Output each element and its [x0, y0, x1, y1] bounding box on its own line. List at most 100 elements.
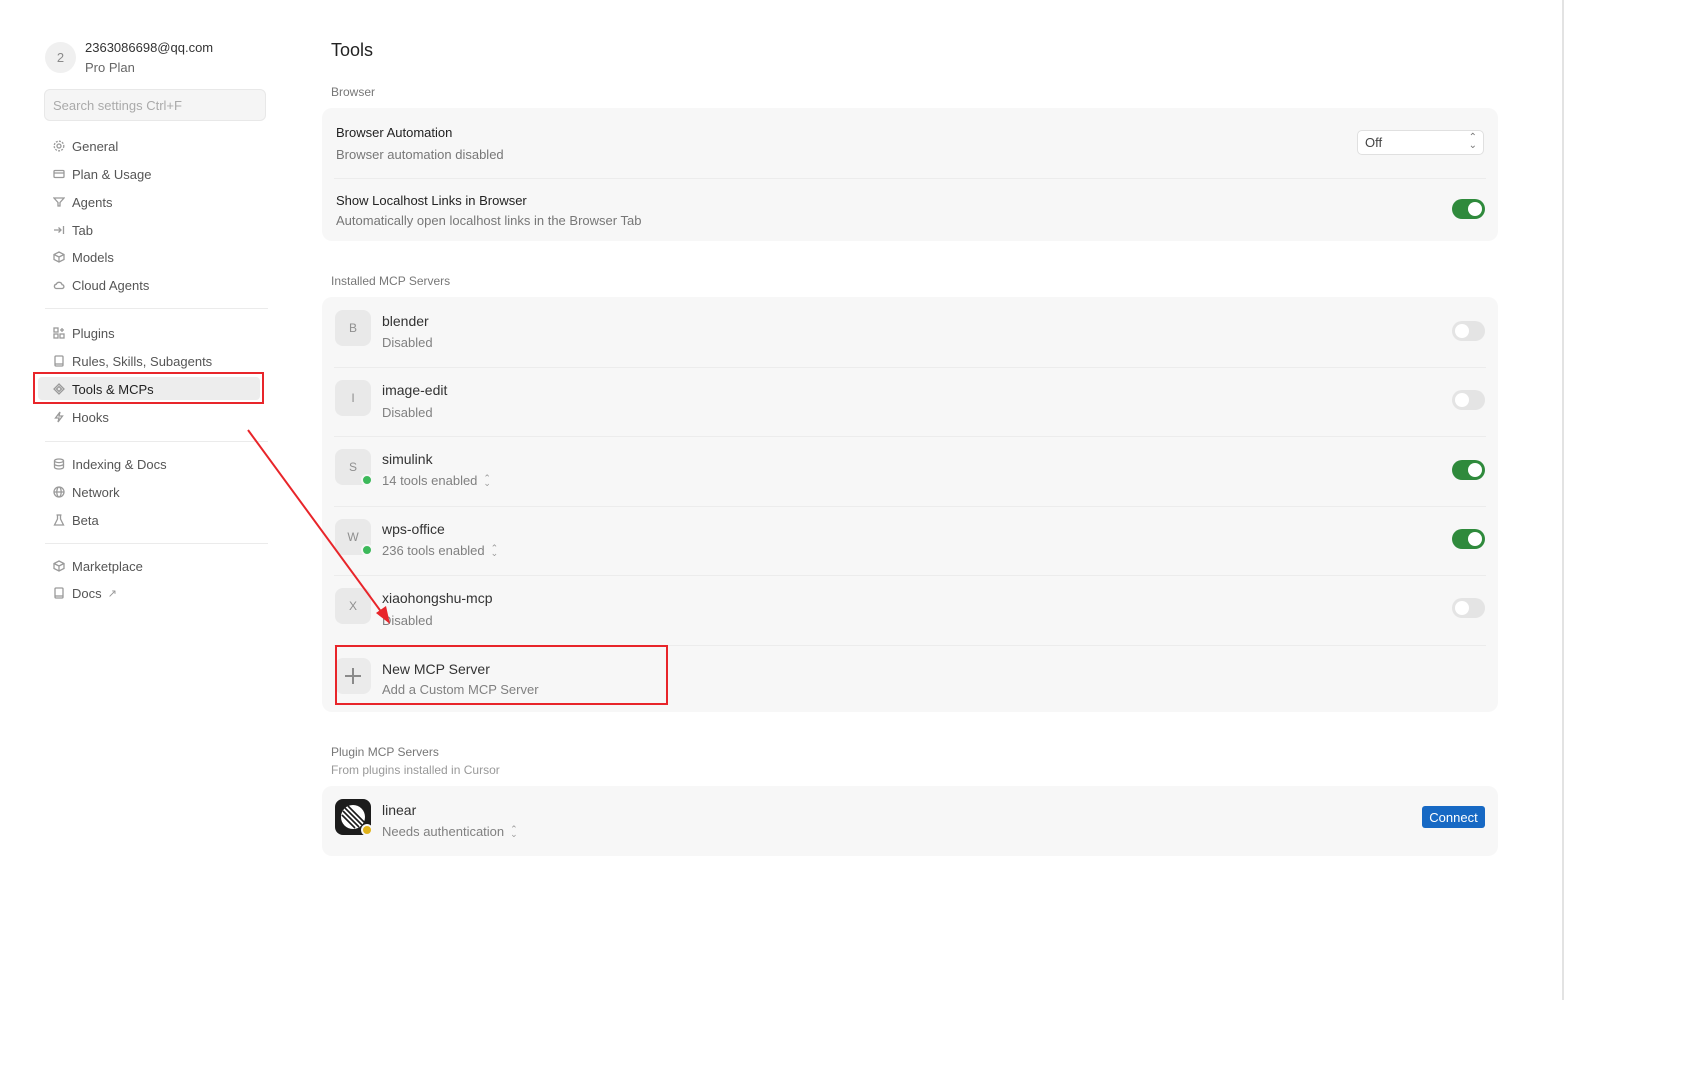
- browser-automation-select[interactable]: Off ⌃ ⌄: [1357, 130, 1484, 155]
- sidebar-item-label: Network: [72, 484, 120, 500]
- status-dot-yellow: [361, 824, 373, 836]
- setting-row-browser-automation: Browser Automation Browser automation di…: [322, 108, 1498, 178]
- server-avatar: I: [335, 380, 371, 416]
- server-tools-dropdown[interactable]: 236 tools enabled ⌃ ⌄: [382, 543, 498, 558]
- book-icon: [52, 354, 66, 368]
- sidebar-item-label: Hooks: [72, 409, 109, 425]
- sidebar-item-label: Indexing & Docs: [72, 456, 167, 472]
- card-icon: [52, 167, 66, 181]
- bolt-icon: [52, 410, 66, 424]
- sidebar-item-label: Models: [72, 249, 114, 265]
- sidebar-item-label: General: [72, 138, 119, 154]
- sidebar-item-label: Agents: [72, 194, 113, 210]
- status-dot-green: [361, 544, 373, 556]
- plugin-mcp-card: linear Needs authentication ⌃ ⌄ Connect: [322, 786, 1498, 856]
- sidebar-item-label: Cloud Agents: [72, 277, 150, 293]
- external-link-icon: ↗: [107, 587, 117, 600]
- sidebar-item-tab[interactable]: Tab: [44, 219, 268, 241]
- sidebar-item-plugins[interactable]: Plugins: [44, 322, 268, 344]
- sidebar-item-label: Tab: [72, 222, 93, 238]
- setting-title: Browser Automation: [336, 125, 453, 140]
- mcp-server-row-wps-office: W wps-office 236 tools enabled ⌃ ⌄: [322, 506, 1498, 575]
- select-value: Off: [1365, 135, 1383, 150]
- sidebar-item-agents[interactable]: Agents: [44, 191, 268, 213]
- cube-icon: [52, 559, 66, 573]
- sidebar-divider: [45, 441, 268, 442]
- sidebar-item-docs[interactable]: Docs ↗: [44, 582, 268, 604]
- sidebar-item-beta[interactable]: Beta: [44, 509, 268, 531]
- sidebar-item-cloud-agents[interactable]: Cloud Agents: [44, 274, 268, 296]
- sidebar-item-label: Marketplace: [72, 558, 143, 574]
- cube-icon: [52, 250, 66, 264]
- server-name: blender: [382, 313, 429, 329]
- server-toggle-xiaohongshu[interactable]: [1452, 598, 1485, 618]
- page-title: Tools: [331, 40, 374, 60]
- setting-row-localhost-links: Show Localhost Links in Browser Automati…: [322, 178, 1498, 241]
- section-label-browser: Browser: [331, 85, 376, 99]
- gear-icon: [52, 139, 66, 153]
- sidebar-item-label: Rules, Skills, Subagents: [72, 353, 213, 369]
- server-status: Disabled: [382, 335, 433, 350]
- connect-button[interactable]: Connect: [1422, 806, 1485, 828]
- sidebar-item-rules[interactable]: Rules, Skills, Subagents: [44, 350, 268, 372]
- server-status: Disabled: [382, 613, 433, 628]
- sidebar-item-models[interactable]: Models: [44, 246, 268, 268]
- server-name: simulink: [382, 451, 433, 467]
- sidebar-item-marketplace[interactable]: Marketplace: [44, 555, 268, 577]
- server-avatar: B: [335, 310, 371, 346]
- browser-settings-card: Browser Automation Browser automation di…: [322, 108, 1498, 241]
- server-toggle-simulink[interactable]: [1452, 460, 1485, 480]
- book-icon: [52, 586, 66, 600]
- mcp-server-row-blender: B blender Disabled: [322, 297, 1498, 367]
- scrollbar-edge[interactable]: [1562, 0, 1564, 1000]
- section-label-plugin: Plugin MCP Servers: [331, 745, 439, 759]
- sidebar-item-hooks[interactable]: Hooks: [44, 406, 268, 428]
- server-name: image-edit: [382, 382, 448, 398]
- section-label-installed: Installed MCP Servers: [331, 274, 451, 288]
- sidebar-item-plan-usage[interactable]: Plan & Usage: [44, 163, 268, 185]
- section-sublabel-plugin: From plugins installed in Cursor: [331, 763, 500, 777]
- sidebar-item-network[interactable]: Network: [44, 481, 268, 503]
- localhost-links-toggle[interactable]: [1452, 199, 1485, 219]
- sidebar-divider: [45, 308, 268, 309]
- search-input[interactable]: [44, 89, 266, 121]
- server-avatar: X: [335, 588, 371, 624]
- setting-subtitle: Browser automation disabled: [336, 147, 504, 162]
- account-email: 2363086698@qq.com: [85, 40, 214, 55]
- account-plan: Pro Plan: [85, 60, 135, 75]
- grid-plus-icon: [52, 326, 66, 340]
- setting-subtitle: Automatically open localhost links in th…: [336, 213, 642, 228]
- sidebar-divider: [45, 543, 268, 544]
- server-toggle-wps-office[interactable]: [1452, 529, 1485, 549]
- sidebar-item-label: Plugins: [72, 325, 115, 341]
- server-name: wps-office: [382, 521, 445, 537]
- server-toggle-blender[interactable]: [1452, 321, 1485, 341]
- sidebar-item-general[interactable]: General: [44, 135, 268, 157]
- infinity-icon: [52, 195, 66, 209]
- flask-icon: [52, 513, 66, 527]
- server-tools-dropdown[interactable]: 14 tools enabled ⌃ ⌄: [382, 473, 491, 488]
- server-status-dropdown[interactable]: Needs authentication ⌃ ⌄: [382, 824, 518, 839]
- database-icon: [52, 457, 66, 471]
- server-toggle-image-edit[interactable]: [1452, 390, 1485, 410]
- annotation-highlight-box: [335, 645, 668, 705]
- server-name: xiaohongshu-mcp: [382, 590, 493, 606]
- server-name: linear: [382, 802, 417, 818]
- chevron-updown-icon: ⌃ ⌄: [510, 823, 518, 839]
- chevron-updown-icon: ⌃ ⌄: [483, 472, 491, 488]
- sidebar-item-indexing-docs[interactable]: Indexing & Docs: [44, 453, 268, 475]
- chevron-updown-icon: ⌃ ⌄: [490, 542, 499, 558]
- mcp-server-row-simulink: S simulink 14 tools enabled ⌃ ⌄: [322, 436, 1498, 506]
- mcp-server-row-linear: linear Needs authentication ⌃ ⌄ Connect: [322, 786, 1498, 856]
- sidebar-item-label: Beta: [72, 512, 99, 528]
- sidebar-item-label: Docs: [72, 585, 102, 601]
- status-dot-green: [361, 474, 373, 486]
- avatar[interactable]: 2: [45, 42, 76, 73]
- sidebar-item-label: Plan & Usage: [72, 166, 152, 182]
- globe-icon: [52, 485, 66, 499]
- annotation-highlight-box: [33, 372, 264, 404]
- mcp-server-row-xiaohongshu: X xiaohongshu-mcp Disabled: [322, 575, 1498, 645]
- cloud-icon: [52, 278, 66, 292]
- mcp-server-row-image-edit: I image-edit Disabled: [322, 367, 1498, 436]
- tab-arrow-icon: [52, 223, 66, 237]
